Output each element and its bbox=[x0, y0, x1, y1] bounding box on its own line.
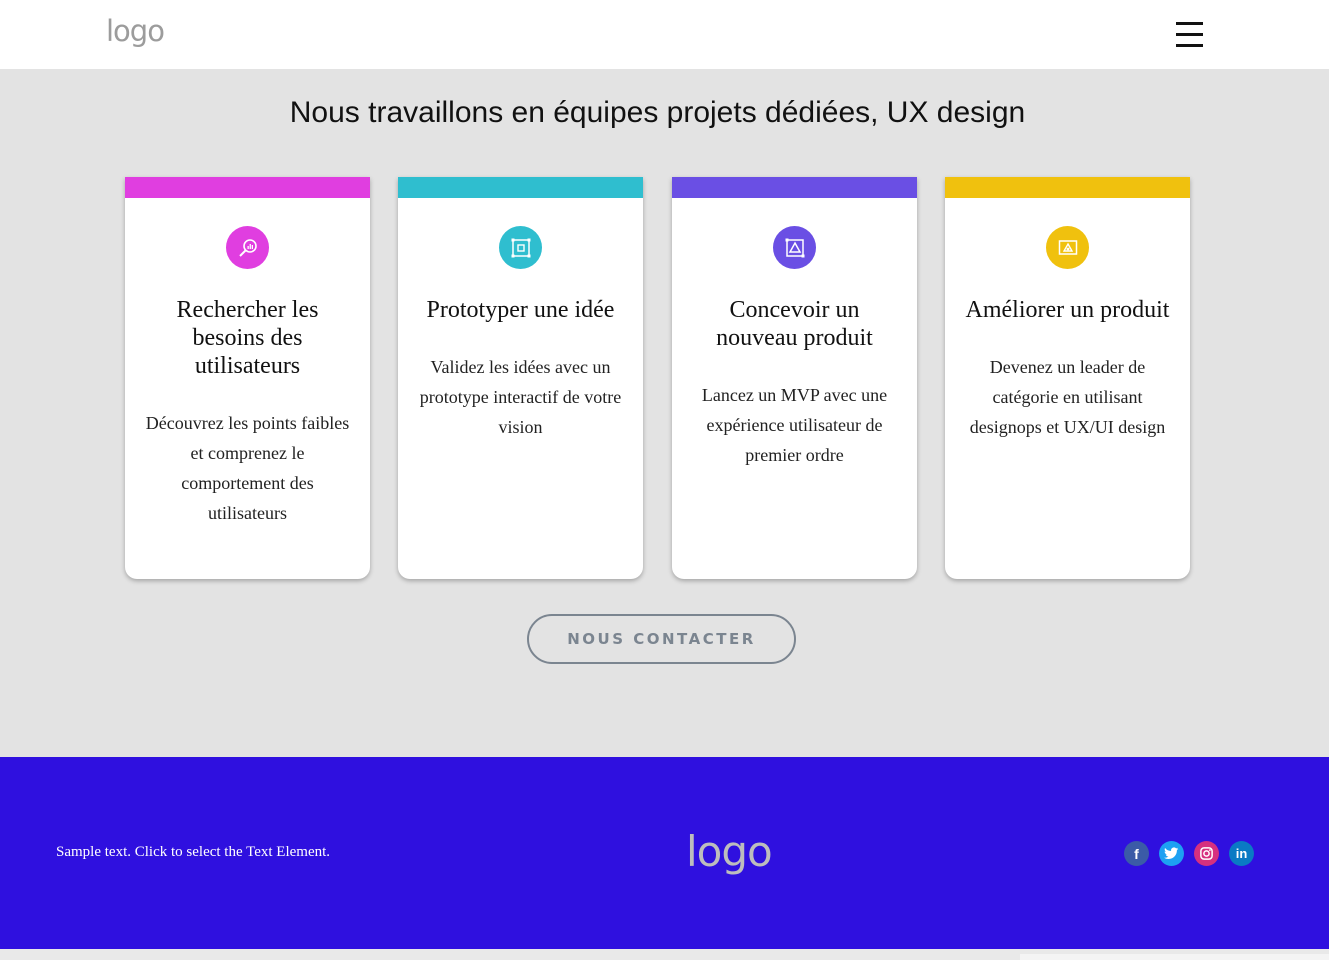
card-design: Concevoir un nouveau produit Lancez un M… bbox=[672, 177, 917, 579]
top-navbar: logo bbox=[0, 0, 1329, 69]
card-title: Prototyper une idée bbox=[426, 297, 615, 323]
card-color-bar bbox=[672, 177, 917, 198]
card-color-bar bbox=[125, 177, 370, 198]
horizontal-scrollbar[interactable] bbox=[1020, 954, 1329, 960]
twitter-icon[interactable] bbox=[1159, 841, 1184, 866]
footer: Sample text. Click to select the Text El… bbox=[0, 757, 1329, 949]
improve-product-icon bbox=[1046, 226, 1089, 269]
hamburger-menu-icon[interactable] bbox=[1176, 22, 1203, 48]
card-text: Découvrez les points faibles et comprene… bbox=[145, 413, 350, 523]
footer-logo[interactable]: logo bbox=[686, 827, 773, 876]
card-title: Améliorer un produit bbox=[965, 297, 1170, 323]
card-prototype: Prototyper une idée Validez les idées av… bbox=[398, 177, 643, 579]
search-analytics-icon bbox=[226, 226, 269, 269]
prototype-icon bbox=[499, 226, 542, 269]
bottom-scroll-area bbox=[0, 949, 1329, 960]
card-color-bar bbox=[945, 177, 1190, 198]
linkedin-icon[interactable]: in bbox=[1229, 841, 1254, 866]
header-logo[interactable]: logo bbox=[106, 14, 165, 48]
contact-button[interactable]: NOUS CONTACTER bbox=[527, 614, 796, 664]
design-triangle-icon bbox=[773, 226, 816, 269]
card-title: Rechercher les besoins des utilisateurs bbox=[176, 297, 319, 379]
card-text: Lancez un MVP avec une expérience utilis… bbox=[701, 385, 888, 465]
instagram-icon[interactable] bbox=[1194, 841, 1219, 866]
card-text: Validez les idées avec un prototype inte… bbox=[419, 357, 622, 437]
footer-text[interactable]: Sample text. Click to select the Text El… bbox=[56, 844, 330, 861]
card-improve: Améliorer un produit Devenez un leader d… bbox=[945, 177, 1190, 579]
facebook-icon[interactable]: f bbox=[1124, 841, 1149, 866]
section-heading: Nous travaillons en équipes projets dédi… bbox=[289, 96, 1026, 129]
card-color-bar bbox=[398, 177, 643, 198]
card-research: Rechercher les besoins des utilisateurs … bbox=[125, 177, 370, 579]
card-title: Concevoir un nouveau produit bbox=[716, 297, 873, 351]
card-text: Devenez un leader de catégorie en utilis… bbox=[969, 357, 1166, 437]
